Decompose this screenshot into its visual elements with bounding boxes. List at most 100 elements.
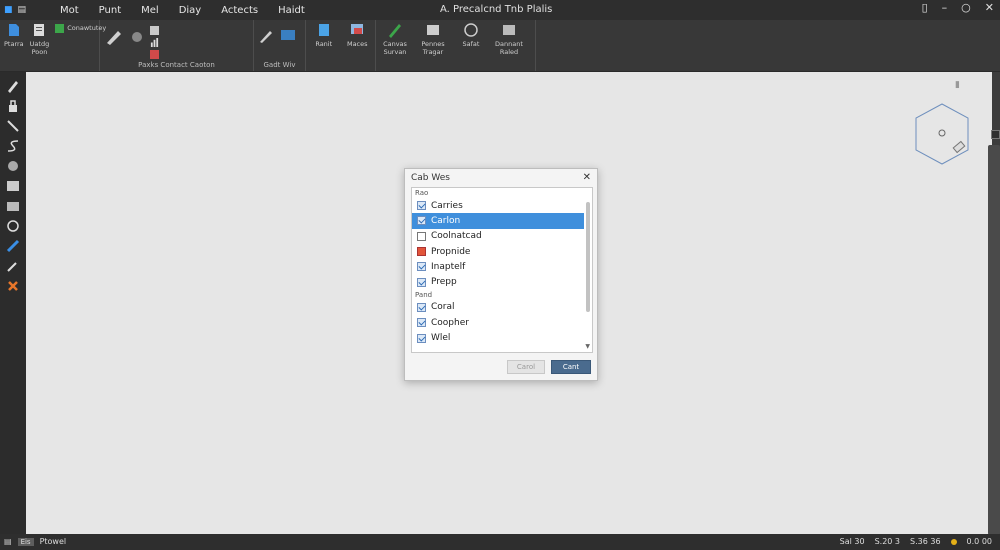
stack-icon bbox=[503, 25, 515, 35]
cross-tool-icon[interactable] bbox=[5, 278, 21, 294]
list-item[interactable]: Inaptelf bbox=[412, 259, 584, 274]
menu-item-6[interactable]: Haidt bbox=[268, 5, 315, 16]
layers-icon bbox=[351, 24, 364, 34]
ribbon-button-maces[interactable]: Maces bbox=[344, 22, 372, 48]
checkbox-unchecked-icon[interactable] bbox=[417, 231, 426, 241]
ribbon-group-label: Paxks Contact Caoton bbox=[138, 61, 215, 69]
lock-tool-icon[interactable] bbox=[5, 98, 21, 114]
document-icon bbox=[34, 24, 45, 36]
list-item-label: Propnide bbox=[431, 246, 471, 257]
ribbon-button-dannant-raled[interactable]: Dannant Raled bbox=[494, 22, 524, 56]
ribbon-button-safat[interactable]: Safat bbox=[456, 22, 486, 48]
new-file-icon[interactable]: ▤ bbox=[18, 5, 27, 15]
list-item[interactable]: Carries bbox=[412, 198, 584, 213]
status-indicator-icon bbox=[950, 538, 957, 545]
checkbox-warning-icon[interactable] bbox=[417, 247, 426, 257]
ribbon-button-update[interactable]: Uatdg Poon bbox=[30, 22, 49, 56]
list-group-label: Pand bbox=[415, 290, 433, 299]
ribbon-button-rank[interactable]: Ranit bbox=[310, 22, 338, 48]
ribbon-small-item[interactable] bbox=[150, 24, 159, 36]
checkbox-checked-icon[interactable] bbox=[417, 318, 426, 328]
convert-icon bbox=[55, 23, 65, 33]
menu-item-4[interactable]: Diay bbox=[169, 5, 212, 16]
circle-tool-icon[interactable] bbox=[5, 158, 21, 174]
ribbon-button-label: Canvas Survan bbox=[383, 40, 407, 56]
minimize-icon[interactable]: – bbox=[942, 1, 948, 14]
monitor-icon[interactable] bbox=[280, 28, 296, 44]
list-scroll-thumb[interactable] bbox=[586, 202, 590, 312]
list-item[interactable]: Propnide bbox=[412, 244, 584, 259]
ok-button[interactable]: Cant bbox=[551, 360, 591, 374]
list-item[interactable]: Coolnatcad bbox=[412, 229, 584, 244]
clock-icon bbox=[464, 23, 478, 37]
checkbox-checked-icon[interactable] bbox=[417, 302, 426, 312]
list-item[interactable]: Prepp bbox=[412, 274, 584, 289]
palette-icon[interactable] bbox=[130, 30, 144, 44]
list-item-label: Carries bbox=[431, 200, 463, 211]
status-coordinate: 0.0 00 bbox=[966, 537, 992, 546]
list-item[interactable]: Coral bbox=[412, 300, 584, 315]
app-logo-icon[interactable]: ■ bbox=[4, 5, 13, 15]
ribbon-group-label: Gadt Wiv bbox=[263, 61, 296, 69]
ribbon-button-label: Safat bbox=[462, 40, 480, 48]
measure-tool-icon[interactable] bbox=[5, 238, 21, 254]
ribbon-button-label: Ranit bbox=[315, 40, 333, 48]
checkbox-checked-icon[interactable] bbox=[417, 216, 426, 226]
quick-access-toolbar: ■ ▤ bbox=[0, 5, 50, 15]
ribbon-small-item[interactable] bbox=[150, 48, 159, 60]
ribbon-button-pattern[interactable]: Ptarra bbox=[4, 22, 24, 48]
ribbon-group-4: Ranit Maces bbox=[306, 20, 376, 71]
list-item-selected[interactable]: Carlon bbox=[412, 213, 584, 229]
menu-item-2[interactable]: Punt bbox=[89, 5, 131, 16]
dialog-title: Cab Wes bbox=[411, 173, 450, 183]
panel-toggle-icon[interactable] bbox=[991, 130, 1000, 139]
status-text: Ptowel bbox=[39, 537, 67, 546]
list-item[interactable]: Coopher bbox=[412, 315, 584, 330]
scroll-down-icon[interactable]: ▼ bbox=[585, 343, 590, 350]
checkbox-checked-icon[interactable] bbox=[417, 277, 426, 287]
status-left: ▤ Eis Ptowel bbox=[4, 537, 66, 546]
menu-item-1[interactable]: Mot bbox=[50, 5, 89, 16]
right-scrollbar[interactable] bbox=[988, 145, 1000, 535]
close-icon[interactable]: ✕ bbox=[583, 172, 591, 183]
cancel-button[interactable]: Carol bbox=[507, 360, 545, 374]
check-icon bbox=[150, 25, 159, 35]
menu-item-5[interactable]: Actects bbox=[211, 5, 268, 16]
grid-tool-icon[interactable] bbox=[5, 178, 21, 194]
canvas-trash-icon[interactable]: ▮ bbox=[955, 80, 960, 90]
ribbon-small-convert[interactable]: Conawtutey bbox=[55, 22, 106, 34]
list-scrollbar[interactable]: ▼ bbox=[585, 192, 590, 350]
brush-icon[interactable] bbox=[258, 28, 274, 44]
target-tool-icon[interactable] bbox=[5, 218, 21, 234]
list-group-label: Rao bbox=[415, 189, 429, 197]
restore-icon[interactable]: ○ bbox=[961, 1, 971, 14]
status-menu-icon[interactable]: ▤ bbox=[4, 537, 12, 546]
ribbon-small-stack: Conawtutey bbox=[55, 22, 106, 34]
ribbon-small-item[interactable] bbox=[150, 36, 159, 48]
list-item-label: Inaptelf bbox=[431, 261, 466, 272]
brush-tool-icon[interactable] bbox=[5, 78, 21, 94]
ribbon-button-label: Ptarra bbox=[4, 40, 24, 48]
folder-tool-icon[interactable] bbox=[5, 198, 21, 214]
wand-tool-icon[interactable] bbox=[5, 258, 21, 274]
curve-tool-icon[interactable] bbox=[5, 138, 21, 154]
status-badge[interactable]: Eis bbox=[17, 537, 34, 546]
status-bar: ▤ Eis Ptowel Sal 30 S.20 3 S.36 36 0.0 0… bbox=[0, 534, 1000, 550]
status-coordinate: S.36 36 bbox=[910, 537, 941, 546]
ribbon-button-canvas-survan[interactable]: Canvas Survan bbox=[380, 22, 410, 56]
checkbox-checked-icon[interactable] bbox=[417, 262, 426, 272]
list-item-label: Coral bbox=[431, 302, 455, 313]
pencil-tool-icon[interactable] bbox=[104, 28, 124, 46]
chart-icon bbox=[150, 37, 159, 47]
flag-red-icon bbox=[150, 49, 159, 59]
list-item[interactable]: Wlel bbox=[412, 330, 584, 345]
viewcube-icon[interactable] bbox=[910, 100, 974, 170]
ribbon-button-pennes-tragar[interactable]: Pennes Tragar bbox=[418, 22, 448, 56]
help-icon[interactable]: ▯ bbox=[922, 1, 928, 14]
menu-bar: Mot Punt Mel Diay Actects Haidt bbox=[50, 5, 315, 16]
close-window-icon[interactable]: ✕ bbox=[985, 1, 994, 14]
menu-item-3[interactable]: Mel bbox=[131, 5, 169, 16]
checkbox-checked-icon[interactable] bbox=[417, 333, 426, 343]
pen-tool-icon[interactable] bbox=[5, 118, 21, 134]
checkbox-checked-icon[interactable] bbox=[417, 201, 426, 211]
